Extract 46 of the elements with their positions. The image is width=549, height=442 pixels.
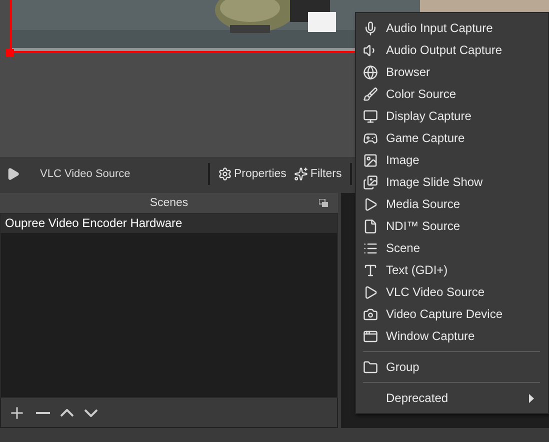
brush-icon bbox=[363, 86, 378, 102]
menu-item[interactable]: Display Capture bbox=[356, 105, 548, 127]
resize-handle[interactable] bbox=[6, 49, 14, 57]
gear-icon bbox=[218, 166, 232, 180]
submenu-item[interactable]: Deprecated bbox=[356, 387, 548, 409]
file-icon bbox=[363, 218, 378, 234]
submenu-arrow-icon bbox=[529, 394, 534, 403]
menu-item[interactable]: Browser bbox=[356, 61, 548, 83]
chevron-down-icon bbox=[84, 408, 98, 416]
undock-icon[interactable] bbox=[319, 199, 328, 207]
menu-item[interactable]: Game Capture bbox=[356, 127, 548, 149]
menu-item[interactable]: NDI™ Source bbox=[356, 215, 548, 237]
menu-item[interactable]: VLC Video Source bbox=[356, 281, 548, 303]
menu-item[interactable]: Window Capture bbox=[356, 325, 548, 347]
menu-item[interactable]: Text (GDI+) bbox=[356, 259, 548, 281]
images-icon bbox=[363, 174, 378, 190]
menu-item[interactable]: Image Slide Show bbox=[356, 171, 548, 193]
properties-button[interactable]: Properties bbox=[218, 166, 286, 180]
sparkle-icon bbox=[294, 166, 308, 180]
menu-item[interactable]: Group bbox=[356, 356, 548, 378]
play-icon bbox=[363, 196, 378, 212]
play-icon bbox=[363, 284, 378, 300]
globe-icon bbox=[363, 64, 378, 80]
list-icon bbox=[363, 240, 378, 256]
window-icon bbox=[363, 328, 378, 344]
menu-item[interactable]: Scene bbox=[356, 237, 548, 259]
gamepad-icon bbox=[363, 130, 378, 146]
camera-icon bbox=[363, 306, 378, 322]
monitor-icon bbox=[363, 108, 378, 124]
scene-row[interactable]: Oupree Video Encoder Hardware bbox=[1, 214, 337, 233]
menu-item[interactable]: Media Source bbox=[356, 193, 548, 215]
microphone-icon bbox=[363, 20, 378, 36]
dock-title: Scenes bbox=[150, 197, 188, 209]
menu-item[interactable]: Image bbox=[356, 149, 548, 171]
menu-item[interactable]: Audio Output Capture bbox=[356, 39, 548, 61]
menu-item[interactable]: Video Capture Device bbox=[356, 303, 548, 325]
menu-item[interactable]: Color Source bbox=[356, 83, 548, 105]
image-icon bbox=[363, 152, 378, 168]
chevron-up-icon bbox=[60, 408, 74, 416]
filters-button[interactable]: Filters bbox=[294, 166, 342, 180]
source-name: VLC Video Source bbox=[40, 168, 132, 180]
text-icon bbox=[363, 262, 378, 278]
menu-item[interactable]: Audio Input Capture bbox=[356, 17, 548, 39]
folder-icon bbox=[363, 360, 378, 374]
minus-icon bbox=[36, 412, 50, 414]
play-icon bbox=[6, 166, 20, 180]
